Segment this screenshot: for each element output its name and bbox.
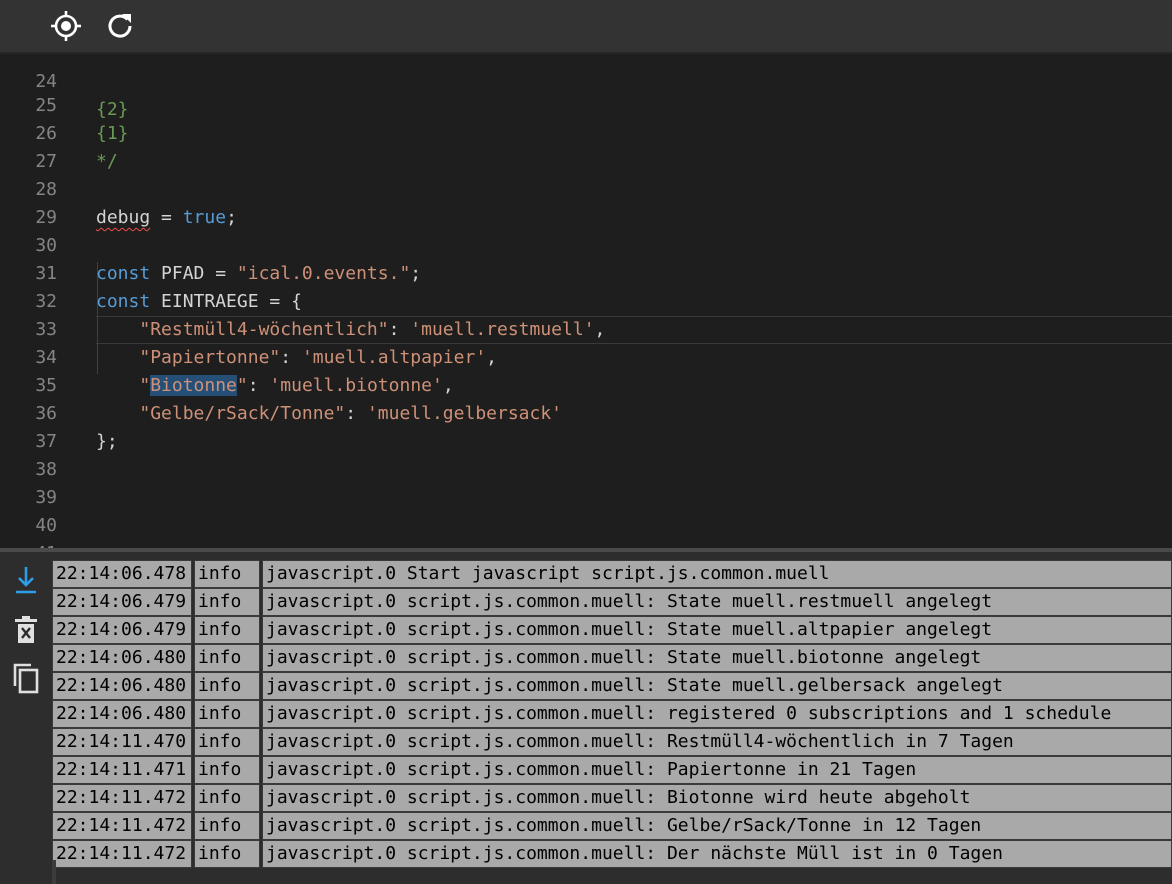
log-time: 22:14:06.480 xyxy=(52,644,192,672)
code-line: 39 xyxy=(0,456,1172,508)
code-line: 36 }; xyxy=(0,372,1172,452)
log-message: javascript.0 script.js.common.muell: Bio… xyxy=(262,784,1172,812)
log-row: 22:14:06.479 info javascript.0 script.js.c… xyxy=(52,588,1172,616)
log-row: 22:14:11.472 info javascript.0 script.js.c… xyxy=(52,784,1172,812)
code-line: 28 debug = true; xyxy=(0,148,1172,228)
log-time: 22:14:11.472 xyxy=(52,784,192,812)
clear-log-icon xyxy=(15,616,37,643)
log-message: javascript.0 script.js.common.muell: Der… xyxy=(262,840,1172,868)
code-line: 40 xyxy=(0,484,1172,536)
code-line: 38 xyxy=(0,428,1172,480)
log-message: javascript.0 script.js.common.muell: reg… xyxy=(262,700,1172,728)
code-line: 33 "Papiertonne": 'muell.altpapier', xyxy=(0,288,1172,368)
log-severity: info xyxy=(194,728,260,756)
log-row: 22:14:11.470 info javascript.0 script.js.c… xyxy=(52,728,1172,756)
scroll-to-bottom-button[interactable] xyxy=(8,562,44,598)
log-severity: info xyxy=(194,700,260,728)
code-line: 30 const PFAD = "ical.0.events."; xyxy=(0,204,1172,284)
log-toolbar xyxy=(0,552,52,884)
log-severity: info xyxy=(194,644,260,672)
log-severity: info xyxy=(194,588,260,616)
log-severity: info xyxy=(194,672,260,700)
log-time: 22:14:06.479 xyxy=(52,588,192,616)
log-time: 22:14:11.470 xyxy=(52,728,192,756)
log-row: 22:14:11.472 info javascript.0 script.js.c… xyxy=(52,840,1172,868)
toolbar xyxy=(0,0,1172,54)
code-line: 26 */ xyxy=(0,92,1172,172)
line-number: 41 xyxy=(0,540,57,548)
crosshair-icon xyxy=(51,11,81,41)
log-table: 22:14:06.478 info javascript.0 Start javas… xyxy=(52,560,1172,868)
log-row: 22:14:06.480 info javascript.0 script.js.c… xyxy=(52,700,1172,728)
log-time: 22:14:06.479 xyxy=(52,616,192,644)
log-time: 22:14:06.480 xyxy=(52,700,192,728)
log-time: 22:14:06.478 xyxy=(52,560,192,588)
copy-icon xyxy=(13,663,39,694)
log-severity: info xyxy=(194,616,260,644)
log-time: 22:14:11.472 xyxy=(52,812,192,840)
code-line: 29 xyxy=(0,176,1172,228)
log-severity: info xyxy=(194,560,260,588)
refresh-icon xyxy=(108,14,132,38)
code-line: 32 "Restmüll4-wöchentlich": 'muell.restm… xyxy=(0,260,1172,340)
log-row: 22:14:06.480 info javascript.0 script.js.c… xyxy=(52,672,1172,700)
code-line-current: 34 "Biotonne": 'muell.biotonne', xyxy=(0,316,1172,396)
refresh-button[interactable] xyxy=(102,8,138,44)
log-message: javascript.0 script.js.common.muell: Sta… xyxy=(262,616,1172,644)
code-line: 35 "Gelbe/rSack/Tonne": 'muell.gelbersac… xyxy=(0,344,1172,424)
log-message: javascript.0 script.js.common.muell: Pap… xyxy=(262,756,1172,784)
log-panel: 22:14:06.478 info javascript.0 Start javas… xyxy=(0,548,1172,884)
clear-log-button[interactable] xyxy=(8,612,44,648)
crosshair-button[interactable] xyxy=(48,8,84,44)
log-message: javascript.0 script.js.common.muell: Sta… xyxy=(262,588,1172,616)
code-line: 41 xyxy=(0,512,1172,548)
log-row: 22:14:11.471 info javascript.0 script.js.c… xyxy=(52,756,1172,784)
scrollbar-track[interactable] xyxy=(52,860,56,884)
log-row: 22:14:06.479 info javascript.0 script.js.c… xyxy=(52,616,1172,644)
log-severity: info xyxy=(194,756,260,784)
log-row: 22:14:06.478 info javascript.0 Start javas… xyxy=(52,560,1172,588)
code-line: 25 {1} xyxy=(0,64,1172,144)
log-message: javascript.0 script.js.common.muell: Res… xyxy=(262,728,1172,756)
log-row: 22:14:06.480 info javascript.0 script.js.c… xyxy=(52,644,1172,672)
log-time: 22:14:06.480 xyxy=(52,672,192,700)
code-line: 37 xyxy=(0,400,1172,452)
copy-log-button[interactable] xyxy=(8,660,44,696)
log-row: 22:14:11.472 info javascript.0 script.js.c… xyxy=(52,812,1172,840)
log-message: javascript.0 Start javascript script.js.… xyxy=(262,560,1172,588)
log-severity: info xyxy=(194,840,260,868)
log-message: javascript.0 script.js.common.muell: Sta… xyxy=(262,672,1172,700)
code-line: 31 const EINTRAEGE = { xyxy=(0,232,1172,312)
log-time: 22:14:11.472 xyxy=(52,840,192,868)
log-severity: info xyxy=(194,784,260,812)
code-line: 27 xyxy=(0,120,1172,172)
log-message: javascript.0 script.js.common.muell: Sta… xyxy=(262,644,1172,672)
log-time: 22:14:11.471 xyxy=(52,756,192,784)
code-editor[interactable]: 24 {2} 25 {1} 26 */ 27 28 debug = true; … xyxy=(0,54,1172,548)
log-message: javascript.0 script.js.common.muell: Gel… xyxy=(262,812,1172,840)
scroll-to-bottom-icon xyxy=(16,567,36,594)
log-severity: info xyxy=(194,812,260,840)
